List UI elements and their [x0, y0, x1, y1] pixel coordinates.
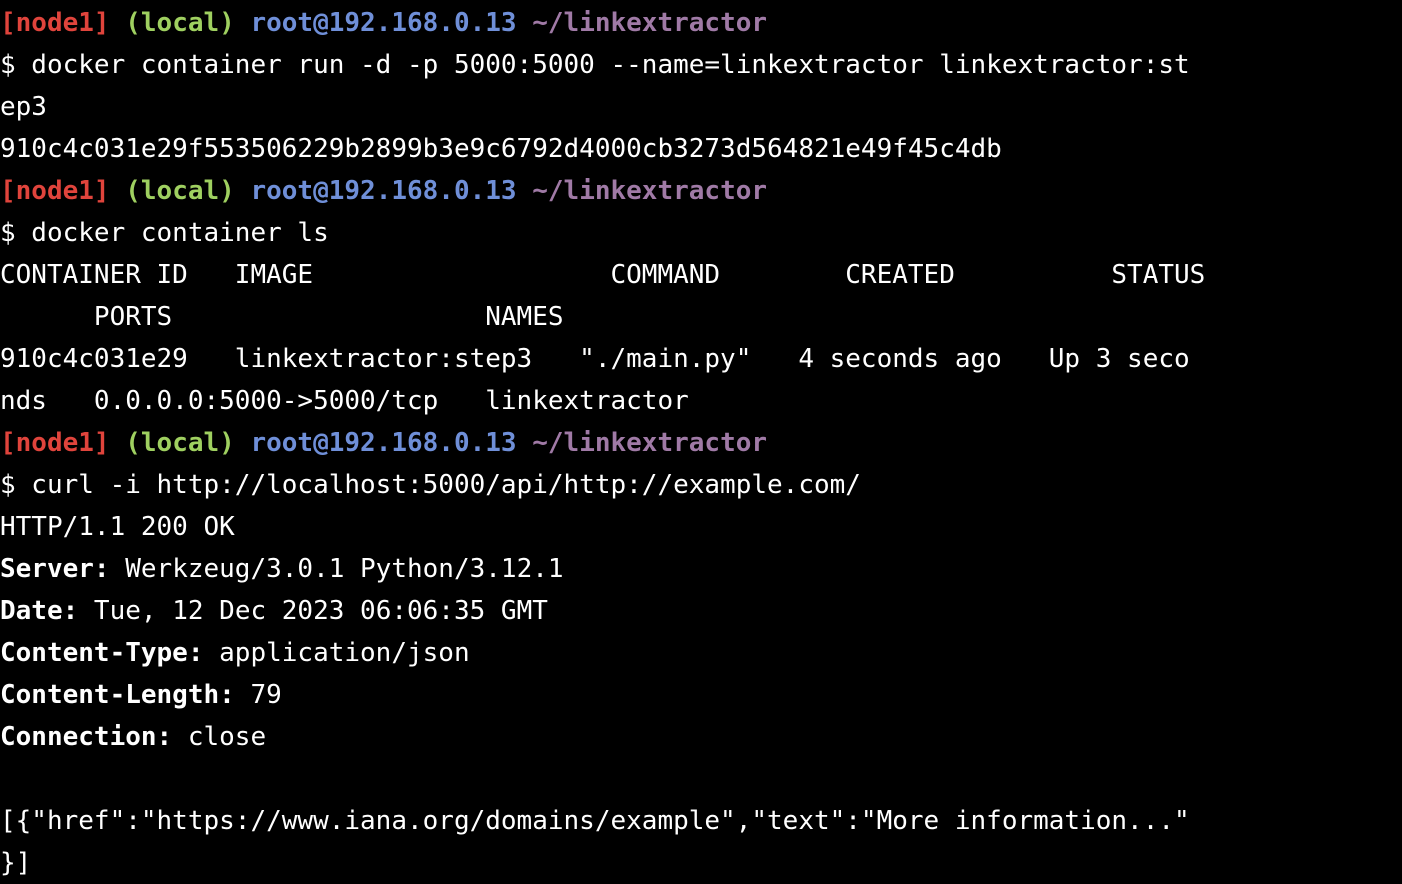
header-value: close: [172, 722, 267, 752]
prompt-env: (local): [125, 8, 235, 38]
prompt-node: [node1]: [0, 176, 110, 206]
terminal-window[interactable]: [node1] (local) root@192.168.0.13 ~/link…: [0, 0, 1402, 884]
header-value: Tue, 12 Dec 2023 06:06:35 GMT: [78, 596, 548, 626]
header-key: Connection:: [0, 722, 173, 752]
prompt-user-host: root@192.168.0.13: [250, 428, 517, 458]
table-row-line: 910c4c031e29 linkextractor:step3 "./main…: [0, 344, 1190, 374]
json-body-line-wrap: }]: [0, 848, 32, 878]
table-header-line-wrap: PORTS NAMES: [0, 302, 564, 332]
table-row-line-wrap: nds 0.0.0.0:5000->5000/tcp linkextractor: [0, 386, 689, 416]
prompt-line: [node1] (local) root@192.168.0.13 ~/link…: [0, 170, 1402, 212]
http-header-connection: Connection: close: [0, 716, 1402, 758]
json-body-line: [{"href":"https://www.iana.org/domains/e…: [0, 806, 1190, 836]
http-header-content-length: Content-Length: 79: [0, 674, 1402, 716]
prompt-line: [node1] (local) root@192.168.0.13 ~/link…: [0, 2, 1402, 44]
table-header-line: CONTAINER ID IMAGE COMMAND CREATED STATU…: [0, 260, 1206, 290]
prompt-line: [node1] (local) root@192.168.0.13 ~/link…: [0, 422, 1402, 464]
command-line: $ curl -i http://localhost:5000/api/http…: [0, 470, 861, 500]
http-status-line: HTTP/1.1 200 OK: [0, 512, 235, 542]
prompt-user-host: root@192.168.0.13: [250, 8, 517, 38]
header-value: Werkzeug/3.0.1 Python/3.12.1: [109, 554, 564, 584]
header-key: Server:: [0, 554, 110, 584]
header-value: 79: [234, 680, 282, 710]
output-line: 910c4c031e29f553506229b2899b3e9c6792d400…: [0, 134, 1002, 164]
prompt-path: ~/linkextractor: [532, 8, 768, 38]
header-key: Content-Length:: [0, 680, 235, 710]
header-key: Date:: [0, 596, 79, 626]
prompt-env: (local): [125, 428, 235, 458]
command-line: $ docker container ls: [0, 218, 329, 248]
prompt-node: [node1]: [0, 428, 110, 458]
header-value: application/json: [203, 638, 470, 668]
prompt-node: [node1]: [0, 8, 110, 38]
prompt-path: ~/linkextractor: [532, 428, 768, 458]
prompt-env: (local): [125, 176, 235, 206]
header-key: Content-Type:: [0, 638, 204, 668]
http-header-content-type: Content-Type: application/json: [0, 632, 1402, 674]
command-line: $ docker container run -d -p 5000:5000 -…: [0, 50, 1190, 80]
http-header-date: Date: Tue, 12 Dec 2023 06:06:35 GMT: [0, 590, 1402, 632]
http-header-server: Server: Werkzeug/3.0.1 Python/3.12.1: [0, 548, 1402, 590]
prompt-path: ~/linkextractor: [532, 176, 768, 206]
command-line-wrap: ep3: [0, 92, 47, 122]
prompt-user-host: root@192.168.0.13: [250, 176, 517, 206]
